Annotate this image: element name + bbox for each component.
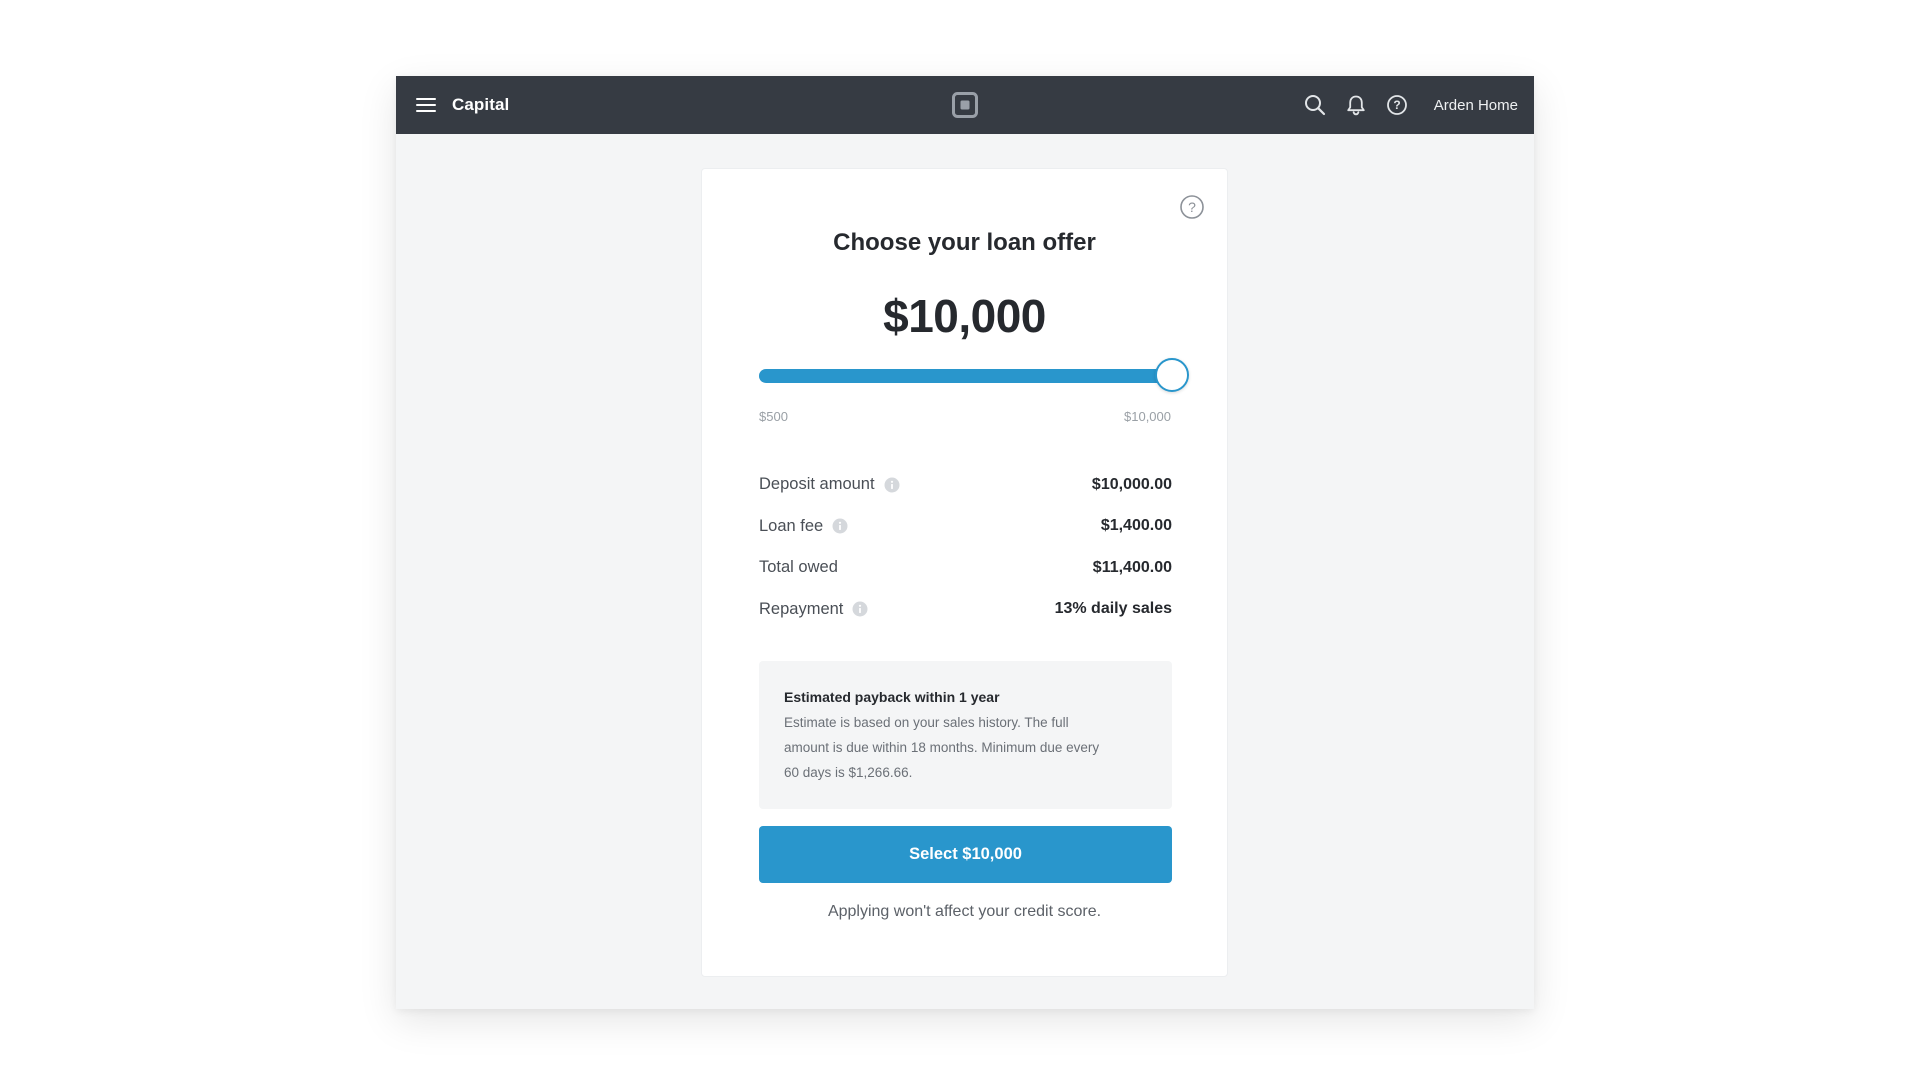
app-title: Capital — [452, 95, 510, 114]
top-navigation-bar: Capital ? Arden Home — [396, 76, 1534, 134]
help-icon[interactable]: ? — [1384, 92, 1410, 118]
bell-icon[interactable] — [1343, 92, 1369, 118]
search-icon[interactable] — [1302, 92, 1328, 118]
detail-value: $10,000.00 — [1091, 475, 1172, 493]
detail-label: Loan fee — [759, 517, 848, 536]
credit-score-disclaimer: Applying won't affect your credit score. — [827, 903, 1102, 920]
detail-value: $11,400.00 — [1092, 558, 1172, 576]
info-icon[interactable] — [884, 477, 900, 493]
detail-row-deposit-amount: Deposit amount $10,000.00 — [759, 464, 1172, 506]
detail-label-text: Loan fee — [759, 516, 824, 535]
menu-icon[interactable] — [414, 93, 438, 117]
loan-amount-slider[interactable] — [759, 358, 1189, 392]
estimate-text: Estimate is based on your sales history.… — [784, 710, 1148, 785]
estimate-line: 60 days is $1,266.66. — [784, 765, 913, 780]
detail-value: $1,400.00 — [1100, 517, 1172, 535]
slider-fill — [759, 369, 1172, 383]
account-name[interactable]: Arden Home — [1434, 97, 1518, 114]
detail-label-text: Deposit amount — [759, 475, 875, 494]
loan-amount: $10,000 — [883, 290, 1046, 342]
slider-thumb[interactable] — [1155, 358, 1189, 392]
topbar-actions: ? Arden Home — [1287, 92, 1518, 118]
detail-value: 13% daily sales — [1054, 600, 1172, 618]
svg-text:?: ? — [1188, 199, 1196, 215]
info-icon[interactable] — [852, 601, 868, 617]
detail-row-repayment: Repayment 13% daily sales — [759, 589, 1172, 631]
detail-row-total-owed: Total owed $11,400.00 — [759, 547, 1172, 589]
detail-label-text: Total owed — [759, 558, 838, 577]
card-title: Choose your loan offer — [833, 229, 1096, 256]
help-icon[interactable]: ? — [1179, 194, 1205, 220]
detail-label-text: Repayment — [759, 599, 844, 618]
slider-max-label: $10,000 — [1124, 409, 1171, 424]
slider-min-label: $500 — [759, 409, 788, 424]
estimate-line: Estimate is based on your sales history.… — [784, 715, 1069, 730]
loan-offer-card: ? Choose your loan offer $10,000 $500 $1… — [701, 168, 1228, 977]
estimate-title: Estimated payback within 1 year — [784, 689, 1000, 705]
detail-row-loan-fee: Loan fee $1,400.00 — [759, 506, 1172, 548]
detail-label: Repayment — [759, 600, 868, 619]
estimate-line: amount is due within 18 months. Minimum … — [784, 740, 1100, 755]
svg-text:?: ? — [1393, 98, 1400, 112]
payback-estimate-box: Estimated payback within 1 year Estimate… — [759, 661, 1172, 809]
info-icon[interactable] — [832, 518, 848, 534]
select-loan-button[interactable]: Select $10,000 — [759, 826, 1172, 883]
detail-label: Total owed — [759, 558, 838, 577]
loan-details: Deposit amount $10,000.00 Loan fee $1,40… — [759, 464, 1172, 630]
detail-label: Deposit amount — [759, 475, 900, 494]
app-window: Capital ? Arden Home ? Choose your loan … — [396, 76, 1534, 1009]
square-logo-icon[interactable] — [952, 92, 978, 118]
